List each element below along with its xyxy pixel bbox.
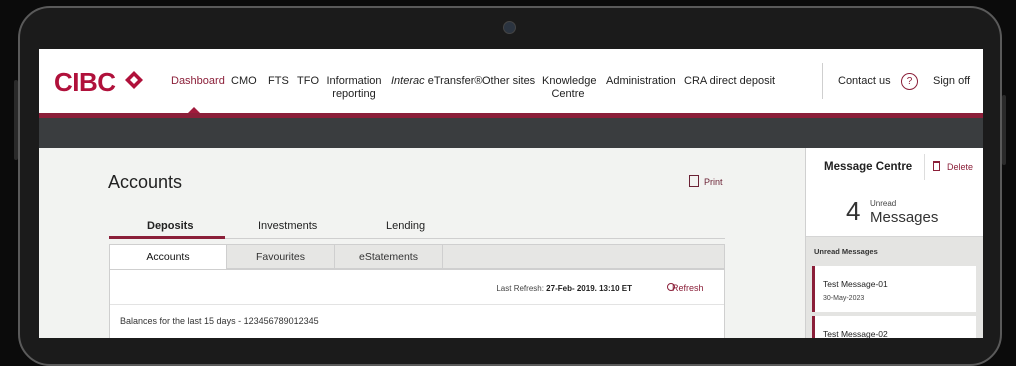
nav-interac-etransfer[interactable]: Interac eTransfer® [391, 75, 482, 88]
device-button-right [1002, 95, 1006, 165]
nav-administration[interactable]: Administration [606, 75, 676, 88]
message-item[interactable]: Test Message-02 [812, 316, 976, 338]
unread-summary: 4 Unread Messages [806, 186, 983, 237]
message-date: 30-May-2023 [823, 295, 865, 302]
top-navigation: CIBC Dashboard CMO FTS TFO Information r… [39, 49, 983, 113]
help-icon[interactable]: ? [901, 73, 918, 90]
nav-cra-direct-deposit[interactable]: CRA direct deposit [684, 75, 775, 88]
print-icon[interactable] [689, 175, 699, 187]
nav-information-reporting[interactable]: Information reporting [325, 75, 383, 101]
print-link[interactable]: Print [704, 177, 723, 187]
accounts-panel: Last Refresh: 27-Feb- 2019. 13:10 ET Ref… [109, 269, 725, 338]
camera-icon [503, 21, 516, 34]
page-title: Accounts [108, 172, 183, 192]
unread-label-big: Messages [870, 209, 939, 226]
tab-investments[interactable]: Investments [258, 220, 317, 232]
message-header-divider [924, 154, 925, 180]
contact-us-link[interactable]: Contact us [838, 75, 891, 88]
device-button-left [14, 80, 18, 160]
nav-fts[interactable]: FTS [268, 75, 289, 88]
message-title: Test Message-01 [823, 279, 888, 289]
delete-button[interactable]: Delete [947, 162, 973, 172]
refresh-row: Last Refresh: 27-Feb- 2019. 13:10 ET Ref… [110, 270, 724, 305]
message-centre-header: Message Centre Delete [806, 148, 983, 187]
refresh-link[interactable]: Refresh [672, 283, 704, 293]
cibc-diamond-icon [125, 71, 143, 89]
subtab-favourites[interactable]: Favourites [227, 245, 335, 269]
tab-lending[interactable]: Lending [386, 220, 425, 232]
sign-off-link[interactable]: Sign off [933, 75, 970, 88]
nav-tfo[interactable]: TFO [297, 75, 319, 88]
nav-other-sites[interactable]: Other sites [482, 75, 535, 88]
last-refresh: Last Refresh: 27-Feb- 2019. 13:10 ET [496, 284, 632, 293]
subtab-accounts[interactable]: Accounts [110, 245, 227, 269]
nav-interac-em: Interac [391, 75, 425, 87]
message-title: Test Message-02 [823, 329, 888, 338]
nav-etransfer-label: eTransfer® [427, 75, 483, 87]
subtab-estatements[interactable]: eStatements [335, 245, 443, 269]
screen: CIBC Dashboard CMO FTS TFO Information r… [39, 49, 983, 338]
last-refresh-value: 27-Feb- 2019. 13:10 ET [546, 284, 632, 293]
active-tab-underline [109, 236, 225, 239]
message-item[interactable]: Test Message-01 30-May-2023 [812, 266, 976, 312]
trash-icon[interactable] [933, 161, 940, 171]
accounts-main: Accounts Print Deposits Investments Lend… [39, 148, 805, 338]
cibc-logo[interactable]: CIBC [54, 67, 116, 98]
unread-messages-heading: Unread Messages [814, 247, 878, 256]
message-centre-title: Message Centre [824, 161, 913, 173]
subtab-bar: Accounts Favourites eStatements [109, 244, 725, 269]
message-centre: Message Centre Delete 4 Unread Messages … [805, 148, 983, 338]
balances-text: Balances for the last 15 days - 12345678… [120, 316, 319, 326]
unread-label-small: Unread [870, 199, 897, 208]
nav-divider [822, 63, 823, 99]
header-band [39, 118, 983, 148]
unread-count: 4 [846, 196, 861, 226]
nav-knowledge-centre[interactable]: Knowledge Centre [542, 75, 596, 101]
last-refresh-label: Last Refresh: [496, 284, 544, 293]
nav-dashboard[interactable]: Dashboard [171, 75, 225, 88]
tab-deposits[interactable]: Deposits [147, 220, 193, 232]
nav-cmo[interactable]: CMO [231, 75, 257, 88]
